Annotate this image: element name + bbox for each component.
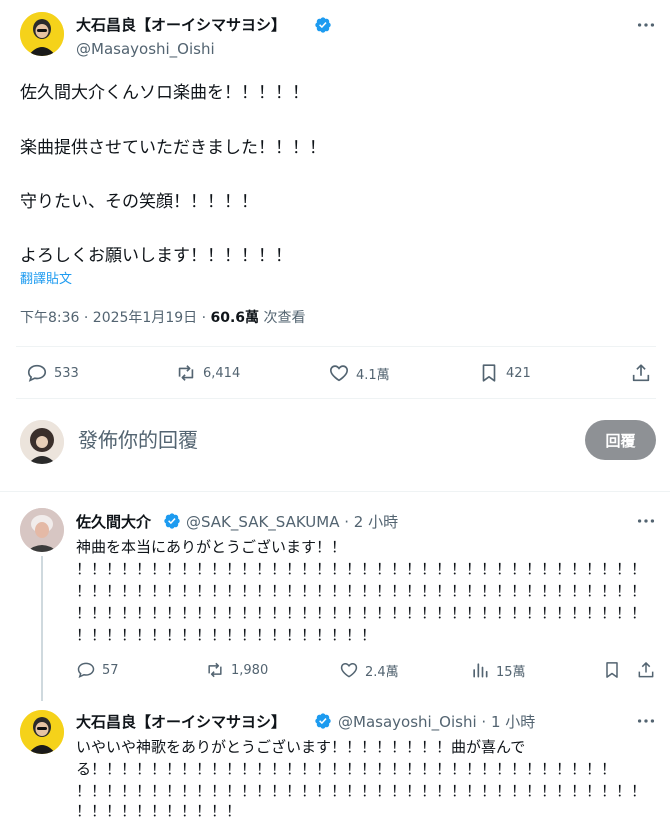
reply-author-meta[interactable]: @Masayoshi_Oishi · 1 小時 [338,711,535,732]
heart-icon [330,365,348,382]
bookmark-action[interactable]: 421 [478,362,531,384]
repost-icon [178,365,194,381]
reply-author-avatar[interactable] [20,508,64,552]
repost-action[interactable]: 6,414 [175,362,240,384]
post-meta: 下午8:36 · 2025年1月19日 · 60.6萬 次查看 [20,307,306,327]
more-options-icon[interactable] [635,14,657,36]
author-name[interactable]: 大石昌良【オーイシマサヨシ】 [76,14,286,35]
reply-text-line: る！！！！！！！！！！！！！！！！！！！！！！！！！！！！！！！！！！！ [76,760,617,778]
reply-text-line: ！！！！！！！！！！！！！！！！！！！！！！！！！！！！！！！！！！！！！！ [76,560,647,578]
share-action[interactable] [636,660,656,680]
post-text-line: 守りたい、その笑顔！！！！！ [20,192,258,212]
reply-text-line: ！！！！！！！！！！！！！！！！！！！！！！！！！！！！！！！！！！！！！！ [76,782,647,800]
verified-badge-icon [315,713,331,729]
reply-icon [27,364,47,382]
avatar-image [20,12,64,56]
reply-count: 57 [102,662,119,678]
reply-icon [77,662,95,679]
verified-badge-icon [164,513,180,529]
views-label: 次查看 [259,310,306,326]
avatar-image [20,420,64,464]
reply-count: 533 [54,365,79,381]
post-text-line: 佐久間大介くんソロ楽曲を！！！！！ [20,83,309,103]
avatar-image [20,508,64,552]
reply-author-name[interactable]: 大石昌良【オーイシマサヨシ】 [76,711,286,732]
author-avatar[interactable] [20,12,64,56]
more-options-icon[interactable] [635,510,657,532]
section-divider [0,491,670,492]
heart-icon [340,662,358,678]
reply-action[interactable]: 57 [76,660,119,680]
views-count: 15萬 [496,664,526,680]
divider [16,398,656,399]
post-text-line: よろしくお願いします！！！！！！ [20,246,292,266]
views-action[interactable]: 15萬 [470,660,526,680]
share-icon [638,662,654,678]
reply-text-line: いやいや神歌をありがとうございます！！！！！！！！曲が喜んで [76,738,526,756]
post-timestamp[interactable]: 下午8:36 · 2025年1月19日 · [20,310,211,326]
divider [16,346,656,347]
author-handle[interactable]: @Masayoshi_Oishi [76,40,215,58]
like-count: 4.1萬 [356,367,390,383]
translate-post-link[interactable]: 翻譯貼文 [20,268,72,287]
verified-badge-icon [315,17,331,33]
bookmark-count: 421 [506,365,531,381]
reply-text-line: 神曲を本当にありがとうございます！！ [76,538,347,556]
reply-action[interactable]: 533 [26,362,79,384]
reply-text-line: ！！！！！！！！！！！ [76,802,242,818]
bookmark-icon [606,662,618,678]
repost-count: 6,414 [203,365,241,381]
reply-button[interactable]: 回覆 [585,420,656,460]
like-count: 2.4萬 [365,664,399,680]
post-text-line: 楽曲提供させていただきました！！！！ [20,138,326,158]
like-action[interactable]: 2.4萬 [339,660,399,680]
avatar-image [20,710,64,754]
reply-input[interactable]: 發佈你的回覆 [78,424,198,453]
reply-author-avatar[interactable] [20,710,64,754]
reply-text-line: ！！！！！！！！！！！！！！！！！！！！ [76,626,377,644]
more-options-icon[interactable] [635,710,657,732]
share-icon [632,364,650,382]
analytics-icon [473,663,488,678]
repost-count: 1,980 [231,662,269,678]
repost-icon [208,662,222,678]
share-action[interactable] [630,362,652,384]
like-action[interactable]: 4.1萬 [328,362,390,384]
bookmark-action[interactable] [602,660,622,680]
my-avatar[interactable] [20,420,64,464]
thread-line [41,556,43,701]
reply-text-line: ！！！！！！！！！！！！！！！！！！！！！！！！！！！！！！！！！！！！！！ [76,582,647,600]
reply-text-line: ！！！！！！！！！！！！！！！！！！！！！！！！！！！！！！！！！！！！！！ [76,604,647,622]
reply-author-meta[interactable]: @SAK_SAK_SAKUMA · 2 小時 [186,511,398,532]
views-count: 60.6萬 [210,310,260,326]
reply-author-name[interactable]: 佐久間大介 [76,511,151,532]
bookmark-icon [482,364,496,382]
repost-action[interactable]: 1,980 [205,660,268,680]
